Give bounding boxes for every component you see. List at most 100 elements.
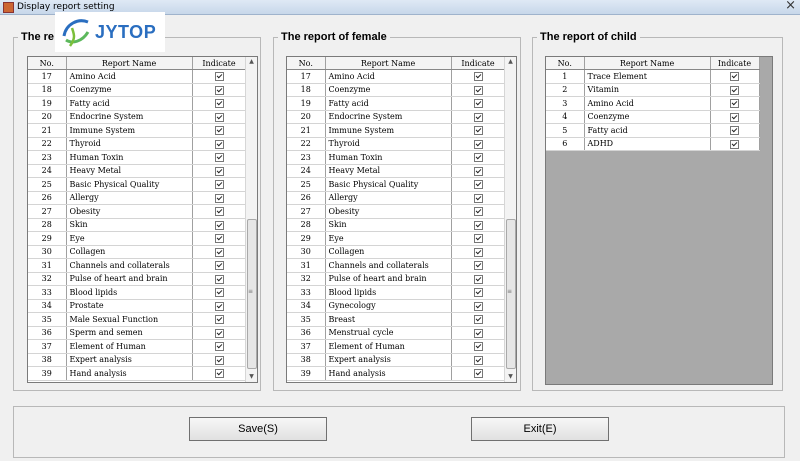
checkbox-checked-icon[interactable]: [214, 139, 224, 149]
checkbox-checked-icon[interactable]: [214, 153, 224, 162]
checkbox-checked-icon[interactable]: [473, 126, 483, 135]
table-row[interactable]: 25 Basic Physical Quality: [287, 177, 506, 192]
checkbox-checked-icon[interactable]: [473, 234, 483, 243]
checkbox-checked-icon[interactable]: [473, 193, 483, 203]
checkbox-checked-icon[interactable]: [214, 207, 224, 216]
checkbox-checked-icon[interactable]: [473, 288, 483, 297]
table-row[interactable]: 26 Allergy: [28, 191, 247, 205]
table-row[interactable]: 28 Skin: [28, 218, 247, 232]
table-row[interactable]: 27 Obesity: [28, 204, 247, 219]
table-row[interactable]: 5 Fatty acid: [546, 123, 760, 138]
checkbox-checked-icon[interactable]: [473, 220, 483, 230]
table-row[interactable]: 3 Amino Acid: [546, 96, 760, 111]
table-row[interactable]: 28 Skin: [287, 218, 506, 232]
checkbox-checked-icon[interactable]: [730, 112, 739, 122]
checkbox-checked-icon[interactable]: [214, 85, 224, 95]
checkbox-checked-icon[interactable]: [473, 207, 483, 216]
checkbox-checked-icon[interactable]: [214, 234, 224, 243]
checkbox-checked-icon[interactable]: [473, 328, 483, 338]
table-row[interactable]: 26 Allergy: [287, 191, 506, 205]
table-row[interactable]: 17 Amino Acid: [287, 69, 506, 84]
checkbox-checked-icon[interactable]: [473, 166, 483, 176]
male-scrollbar[interactable]: ▲ ≡ ▼: [245, 57, 257, 382]
checkbox-checked-icon[interactable]: [214, 247, 224, 257]
save-button[interactable]: Save(S): [189, 417, 327, 441]
table-row[interactable]: 33 Blood lipids: [28, 285, 247, 300]
table-row[interactable]: 37 Element of Human: [287, 339, 506, 354]
table-row[interactable]: 35 Male Sexual Function: [28, 312, 247, 327]
checkbox-checked-icon[interactable]: [473, 355, 483, 365]
checkbox-checked-icon[interactable]: [473, 369, 483, 378]
table-row[interactable]: 29 Eye: [287, 231, 506, 246]
scroll-up-icon[interactable]: ▲: [505, 57, 516, 67]
checkbox-checked-icon[interactable]: [214, 342, 224, 351]
table-row[interactable]: 22 Thyroid: [28, 137, 247, 151]
checkbox-checked-icon[interactable]: [214, 301, 224, 311]
table-row[interactable]: 17 Amino Acid: [28, 69, 247, 84]
table-row[interactable]: 39 Hand analysis: [287, 366, 506, 381]
table-row[interactable]: 35 Breast: [287, 312, 506, 327]
checkbox-checked-icon[interactable]: [214, 288, 224, 297]
scroll-down-icon[interactable]: ▼: [246, 372, 257, 382]
table-row[interactable]: 30 Collagen: [287, 245, 506, 259]
table-row[interactable]: 6 ADHD: [546, 137, 760, 151]
table-row[interactable]: 38 Expert analysis: [287, 353, 506, 367]
checkbox-checked-icon[interactable]: [214, 315, 224, 324]
female-report-grid[interactable]: No. Report Name Indicate 17 Amino Acid 18 C…: [286, 56, 517, 383]
checkbox-checked-icon[interactable]: [473, 99, 483, 108]
table-row[interactable]: 32 Pulse of heart and brain: [287, 272, 506, 286]
table-row[interactable]: 33 Blood lipids: [287, 285, 506, 300]
checkbox-checked-icon[interactable]: [473, 72, 483, 81]
table-row[interactable]: 34 Gynecology: [287, 299, 506, 313]
table-row[interactable]: 32 Pulse of heart and brain: [28, 272, 247, 286]
table-row[interactable]: 20 Endocrine System: [287, 110, 506, 124]
table-row[interactable]: 36 Sperm and semen: [28, 326, 247, 340]
checkbox-checked-icon[interactable]: [214, 72, 224, 81]
checkbox-checked-icon[interactable]: [214, 220, 224, 230]
table-row[interactable]: 25 Basic Physical Quality: [28, 177, 247, 192]
table-row[interactable]: 30 Collagen: [28, 245, 247, 259]
checkbox-checked-icon[interactable]: [730, 126, 739, 135]
checkbox-checked-icon[interactable]: [730, 85, 739, 95]
table-row[interactable]: 34 Prostate: [28, 299, 247, 313]
checkbox-checked-icon[interactable]: [214, 180, 224, 189]
checkbox-checked-icon[interactable]: [730, 99, 739, 108]
table-row[interactable]: 23 Human Toxin: [287, 150, 506, 165]
close-icon[interactable]: ×: [785, 0, 796, 14]
table-row[interactable]: 18 Coenzyme: [287, 83, 506, 97]
table-row[interactable]: 21 Immune System: [287, 123, 506, 138]
checkbox-checked-icon[interactable]: [214, 193, 224, 203]
checkbox-checked-icon[interactable]: [473, 247, 483, 257]
checkbox-checked-icon[interactable]: [214, 126, 224, 135]
checkbox-checked-icon[interactable]: [214, 99, 224, 108]
table-row[interactable]: 29 Eye: [28, 231, 247, 246]
table-row[interactable]: 1 Trace Element: [546, 69, 760, 84]
table-row[interactable]: 19 Fatty acid: [28, 96, 247, 111]
checkbox-checked-icon[interactable]: [473, 301, 483, 311]
table-row[interactable]: 23 Human Toxin: [28, 150, 247, 165]
female-scrollbar[interactable]: ▲ ≡ ▼: [504, 57, 516, 382]
table-row[interactable]: 31 Channels and collaterals: [287, 258, 506, 273]
scroll-up-icon[interactable]: ▲: [246, 57, 257, 67]
table-row[interactable]: 27 Obesity: [287, 204, 506, 219]
table-row[interactable]: 20 Endocrine System: [28, 110, 247, 124]
checkbox-checked-icon[interactable]: [473, 342, 483, 351]
child-report-grid[interactable]: No. Report Name Indicate 1 Trace Element 2…: [545, 56, 773, 385]
table-row[interactable]: 22 Thyroid: [287, 137, 506, 151]
checkbox-checked-icon[interactable]: [730, 72, 739, 81]
checkbox-checked-icon[interactable]: [473, 274, 483, 284]
checkbox-checked-icon[interactable]: [730, 139, 739, 149]
table-row[interactable]: 19 Fatty acid: [287, 96, 506, 111]
checkbox-checked-icon[interactable]: [214, 274, 224, 284]
checkbox-checked-icon[interactable]: [214, 369, 224, 378]
exit-button[interactable]: Exit(E): [471, 417, 609, 441]
table-row[interactable]: 24 Heavy Metal: [28, 164, 247, 178]
table-row[interactable]: 21 Immune System: [28, 123, 247, 138]
table-row[interactable]: 2 Vitamin: [546, 83, 760, 97]
checkbox-checked-icon[interactable]: [214, 112, 224, 122]
checkbox-checked-icon[interactable]: [473, 85, 483, 95]
checkbox-checked-icon[interactable]: [473, 139, 483, 149]
table-row[interactable]: 31 Channels and collaterals: [28, 258, 247, 273]
table-row[interactable]: 37 Element of Human: [28, 339, 247, 354]
scroll-down-icon[interactable]: ▼: [505, 372, 516, 382]
